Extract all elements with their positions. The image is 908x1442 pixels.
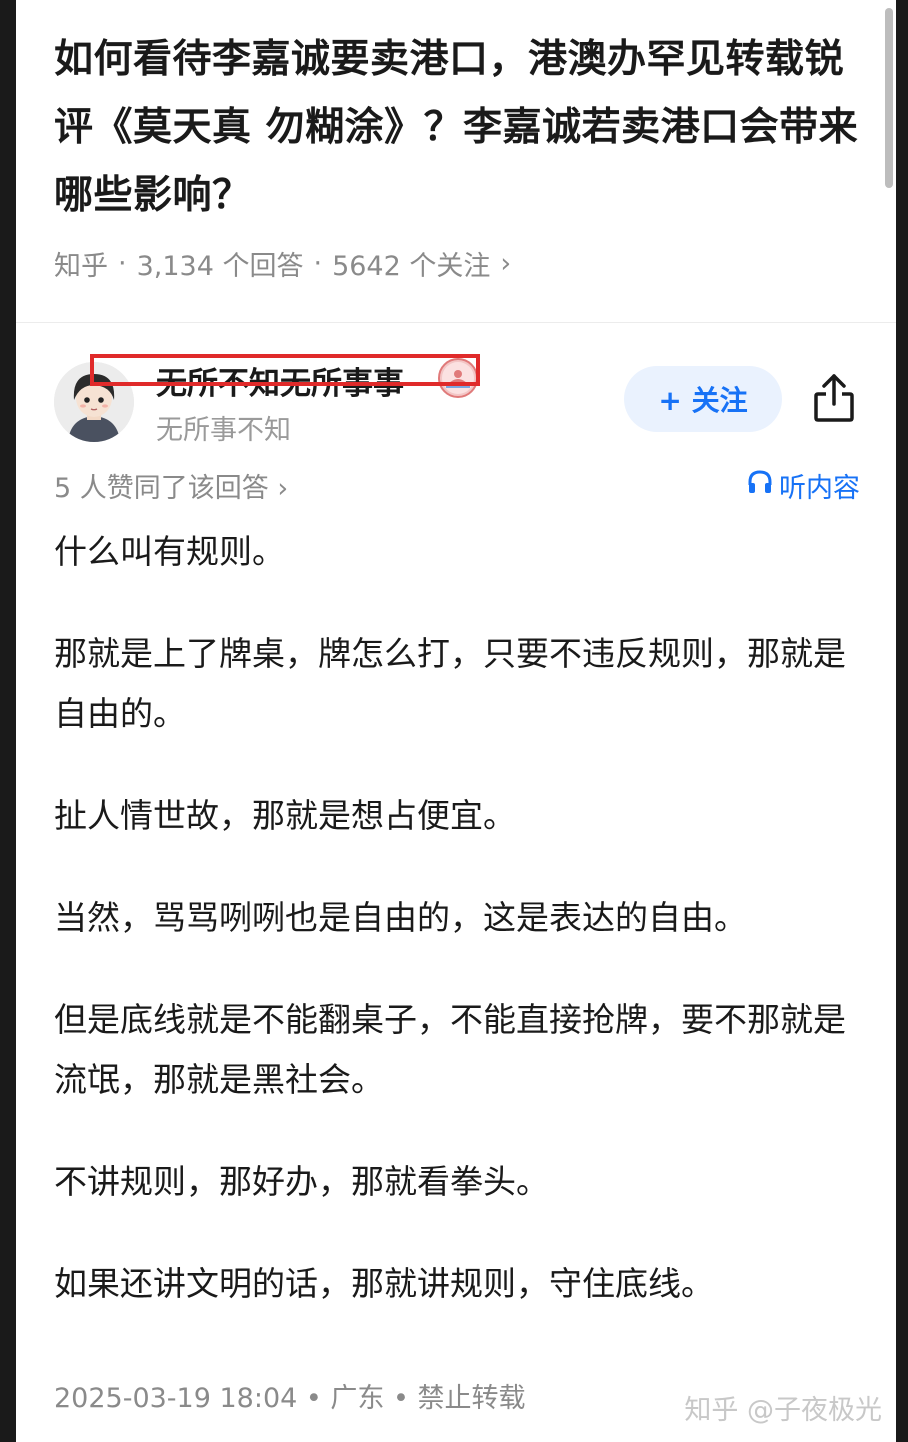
answer-paragraph: 不讲规则，那好办，那就看拳头。 — [54, 1162, 549, 1201]
answer-count: 3,134 个回答 — [136, 250, 304, 282]
share-icon[interactable] — [812, 372, 856, 424]
answer-paragraph: 当然，骂骂咧咧也是自由的，这是表达的自由。 — [54, 898, 747, 937]
question-title[interactable]: 如何看待李嘉诚要卖港口，港澳办罕见转载锐评《莫天真 勿糊涂》？李嘉诚若卖港口会带… — [54, 26, 869, 230]
follow-button[interactable]: + 关注 — [624, 366, 782, 432]
answer-page: 如何看待李嘉诚要卖港口，港澳办罕见转载锐评《莫天真 勿糊涂》？李嘉诚若卖港口会带… — [16, 0, 896, 1442]
answer-paragraph: 但是底线就是不能翻桌子，不能直接抢牌，要不那就是流氓，那就是黑社会。 — [54, 1000, 846, 1099]
author-bio: 无所事不知 — [156, 415, 291, 446]
divider — [16, 322, 896, 323]
meta-separator: · — [118, 247, 127, 279]
meta-separator: · — [313, 247, 323, 279]
question-meta[interactable]: 知乎 · 3,134 个回答 · 5642 个关注 › — [54, 240, 511, 286]
answer-paragraph: 那就是上了牌桌，牌怎么打，只要不违反规则，那就是自由的。 — [54, 634, 846, 733]
answer-content: 什么叫有规则。 那就是上了牌桌，牌怎么打，只要不违反规则，那就是自由的。 扯人情… — [54, 522, 864, 1356]
follower-count: 5642 个关注 — [332, 250, 491, 282]
chevron-right-icon: › — [500, 247, 512, 279]
answer-footer: 2025-03-19 18:04 • 广东 • 禁止转载 — [54, 1383, 526, 1414]
source-label: 知乎 — [54, 250, 108, 282]
headphones-icon — [747, 469, 773, 502]
watermark: 知乎 @子夜极光 — [684, 1395, 882, 1426]
highlight-box — [90, 354, 480, 386]
answer-paragraph: 如果还讲文明的话，那就讲规则，守住底线。 — [54, 1264, 714, 1303]
listen-label: 听内容 — [779, 473, 860, 504]
answer-paragraph: 什么叫有规则。 — [54, 532, 285, 571]
answer-paragraph: 扯人情世故，那就是想占便宜。 — [54, 796, 516, 835]
scrollbar[interactable] — [885, 8, 893, 188]
vote-count[interactable]: 5 人赞同了该回答 › — [54, 466, 288, 505]
listen-button[interactable]: 听内容 — [747, 466, 860, 505]
